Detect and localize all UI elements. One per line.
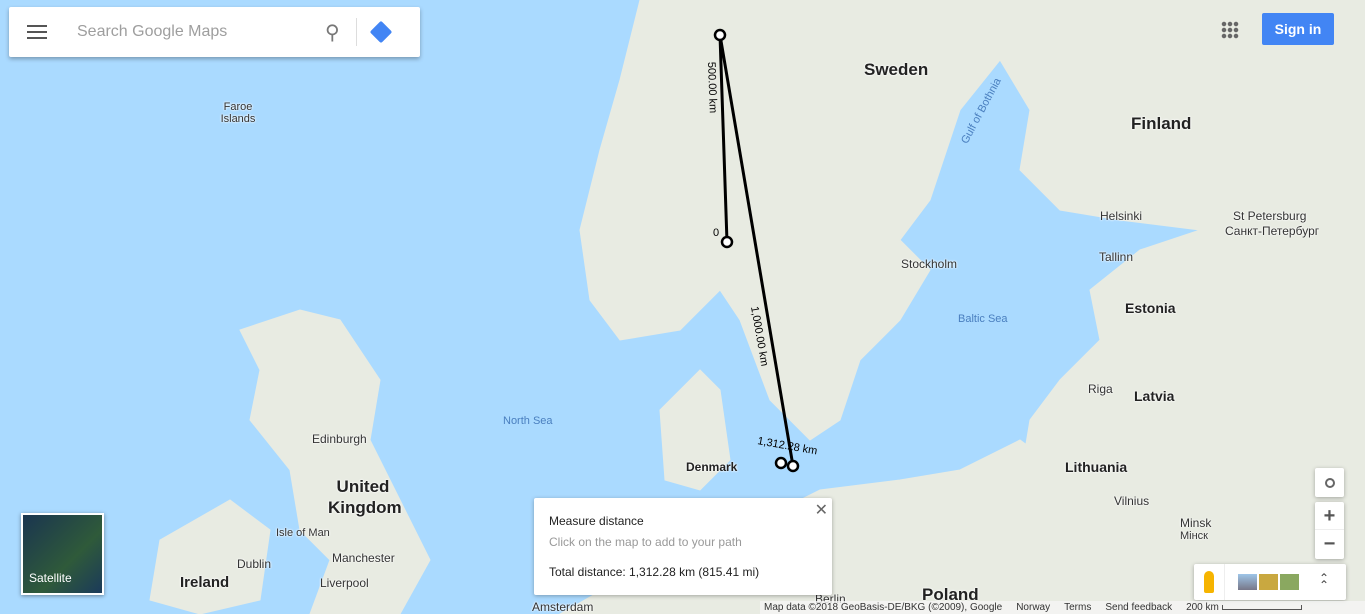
chevron-double-up-icon[interactable]: ⌃ ⌃ xyxy=(1319,572,1329,591)
place-label: Vilnius xyxy=(1114,494,1150,508)
map-footer: Map data ©2018 GeoBasis-DE/BKG (©2009), … xyxy=(760,601,1365,614)
map-data-attribution: Map data ©2018 GeoBasis-DE/BKG (©2009), … xyxy=(764,602,1003,613)
pegman-icon[interactable] xyxy=(1204,571,1214,593)
place-label: Faroe Islands xyxy=(220,101,256,125)
directions-icon[interactable] xyxy=(369,20,392,44)
segment-label: 500.00 km xyxy=(705,62,719,114)
place-label: Amsterdam xyxy=(532,600,594,614)
terms-link[interactable]: Terms xyxy=(1064,602,1091,613)
divider xyxy=(1224,564,1225,600)
place-label: Dublin xyxy=(237,557,272,571)
place-label: Мінск xyxy=(1180,530,1208,542)
place-label: Minsk xyxy=(1180,516,1212,530)
country-label: United Kingdom xyxy=(328,477,402,517)
place-label: Helsinki xyxy=(1100,209,1143,223)
place-label: Stockholm xyxy=(901,257,958,271)
panel-title: Measure distance xyxy=(549,514,644,528)
my-location-icon xyxy=(1324,477,1335,488)
country-label: Sweden xyxy=(864,60,929,79)
imagery-thumbnail[interactable] xyxy=(1259,574,1278,590)
total-distance: Total distance: 1,312.28 km (815.41 mi) xyxy=(549,565,760,579)
zoom-control: + − xyxy=(1315,502,1344,559)
satellite-toggle[interactable]: Satellite xyxy=(21,513,104,595)
magnifier-icon[interactable]: ⚲ xyxy=(325,20,340,45)
satellite-label: Satellite xyxy=(29,571,72,585)
measure-point xyxy=(713,28,727,42)
scale-bar[interactable]: 200 km xyxy=(1186,602,1302,613)
sea-label: Baltic Sea xyxy=(958,313,1008,325)
imagery-bar: ⌃ ⌃ xyxy=(1194,564,1346,600)
country-label: Latvia xyxy=(1134,388,1175,404)
region-link[interactable]: Norway xyxy=(1016,602,1050,613)
place-label: Riga xyxy=(1088,382,1113,396)
imagery-thumbnail[interactable] xyxy=(1238,574,1257,590)
segment-label: 0 xyxy=(713,227,719,239)
scale-line xyxy=(1221,605,1302,610)
apps-grid-icon[interactable] xyxy=(1221,21,1239,39)
scale-label: 200 km xyxy=(1186,602,1219,613)
sign-in-button[interactable]: Sign in xyxy=(1262,13,1334,45)
place-label: Tallinn xyxy=(1099,250,1134,264)
sea-label: North Sea xyxy=(503,415,553,427)
send-feedback-link[interactable]: Send feedback xyxy=(1105,602,1172,613)
zoom-out-button[interactable]: − xyxy=(1315,530,1344,558)
zoom-in-button[interactable]: + xyxy=(1315,502,1344,530)
country-label: Estonia xyxy=(1125,300,1176,316)
place-label: Санкт-Петербург xyxy=(1225,224,1320,238)
imagery-thumbnail[interactable] xyxy=(1280,574,1299,590)
my-location-button[interactable] xyxy=(1315,468,1344,497)
panel-hint: Click on the map to add to your path xyxy=(549,535,742,549)
divider xyxy=(355,18,357,46)
measure-point xyxy=(786,459,800,473)
measure-distance-panel: Measure distance Click on the map to add… xyxy=(534,498,832,595)
place-label: Edinburgh xyxy=(312,432,367,446)
country-label: Denmark xyxy=(686,460,738,474)
place-label: Liverpool xyxy=(320,576,369,590)
land-scandinavia xyxy=(579,0,1011,441)
search-box: ⚲ xyxy=(9,7,420,57)
search-input[interactable] xyxy=(77,23,317,41)
place-label: Isle of Man xyxy=(276,527,330,539)
country-label: Lithuania xyxy=(1065,459,1128,475)
hamburger-icon[interactable] xyxy=(27,25,47,39)
close-icon[interactable]: ✕ xyxy=(815,500,828,520)
place-label: St Petersburg xyxy=(1233,209,1307,223)
country-label: Ireland xyxy=(180,574,230,591)
country-label: Finland xyxy=(1131,114,1192,133)
place-label: Manchester xyxy=(332,551,395,565)
measure-point xyxy=(774,456,788,470)
measure-point xyxy=(720,235,734,249)
